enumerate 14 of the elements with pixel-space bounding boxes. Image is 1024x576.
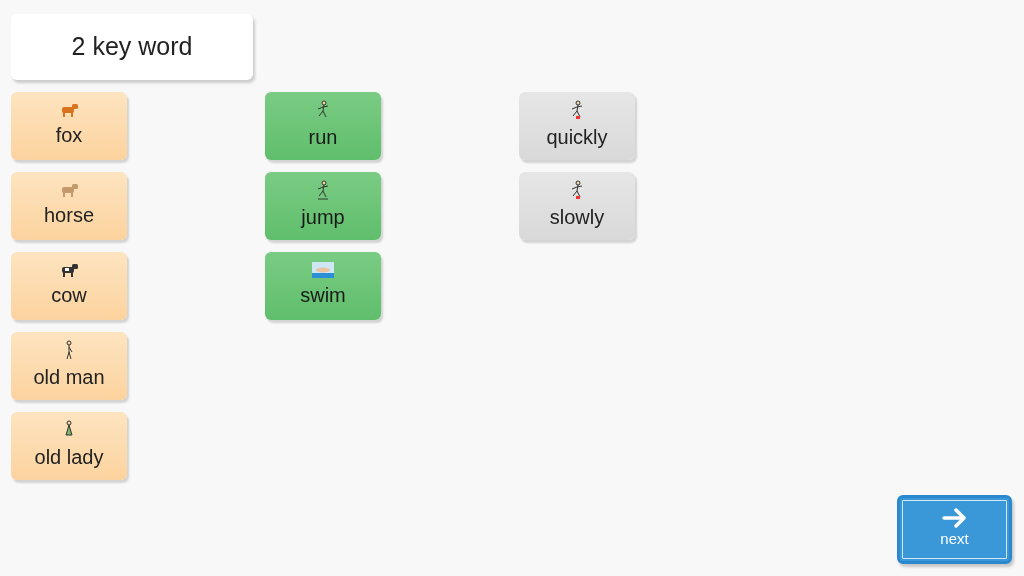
word-card[interactable]: cow xyxy=(11,252,127,320)
word-card[interactable]: jump xyxy=(265,172,381,240)
word-card[interactable]: run xyxy=(265,92,381,160)
word-card[interactable]: fox xyxy=(11,92,127,160)
swimmer-icon xyxy=(312,262,334,278)
word-card[interactable]: quickly xyxy=(519,92,635,160)
word-card[interactable]: horse xyxy=(11,172,127,240)
word-card[interactable]: swim xyxy=(265,252,381,320)
title-card: 2 key word xyxy=(11,14,253,80)
word-card[interactable]: old man xyxy=(11,332,127,400)
person-icon xyxy=(64,340,74,360)
word-card[interactable]: old lady xyxy=(11,412,127,480)
arrow-right-icon xyxy=(941,508,968,529)
word-card[interactable]: slowly xyxy=(519,172,635,240)
